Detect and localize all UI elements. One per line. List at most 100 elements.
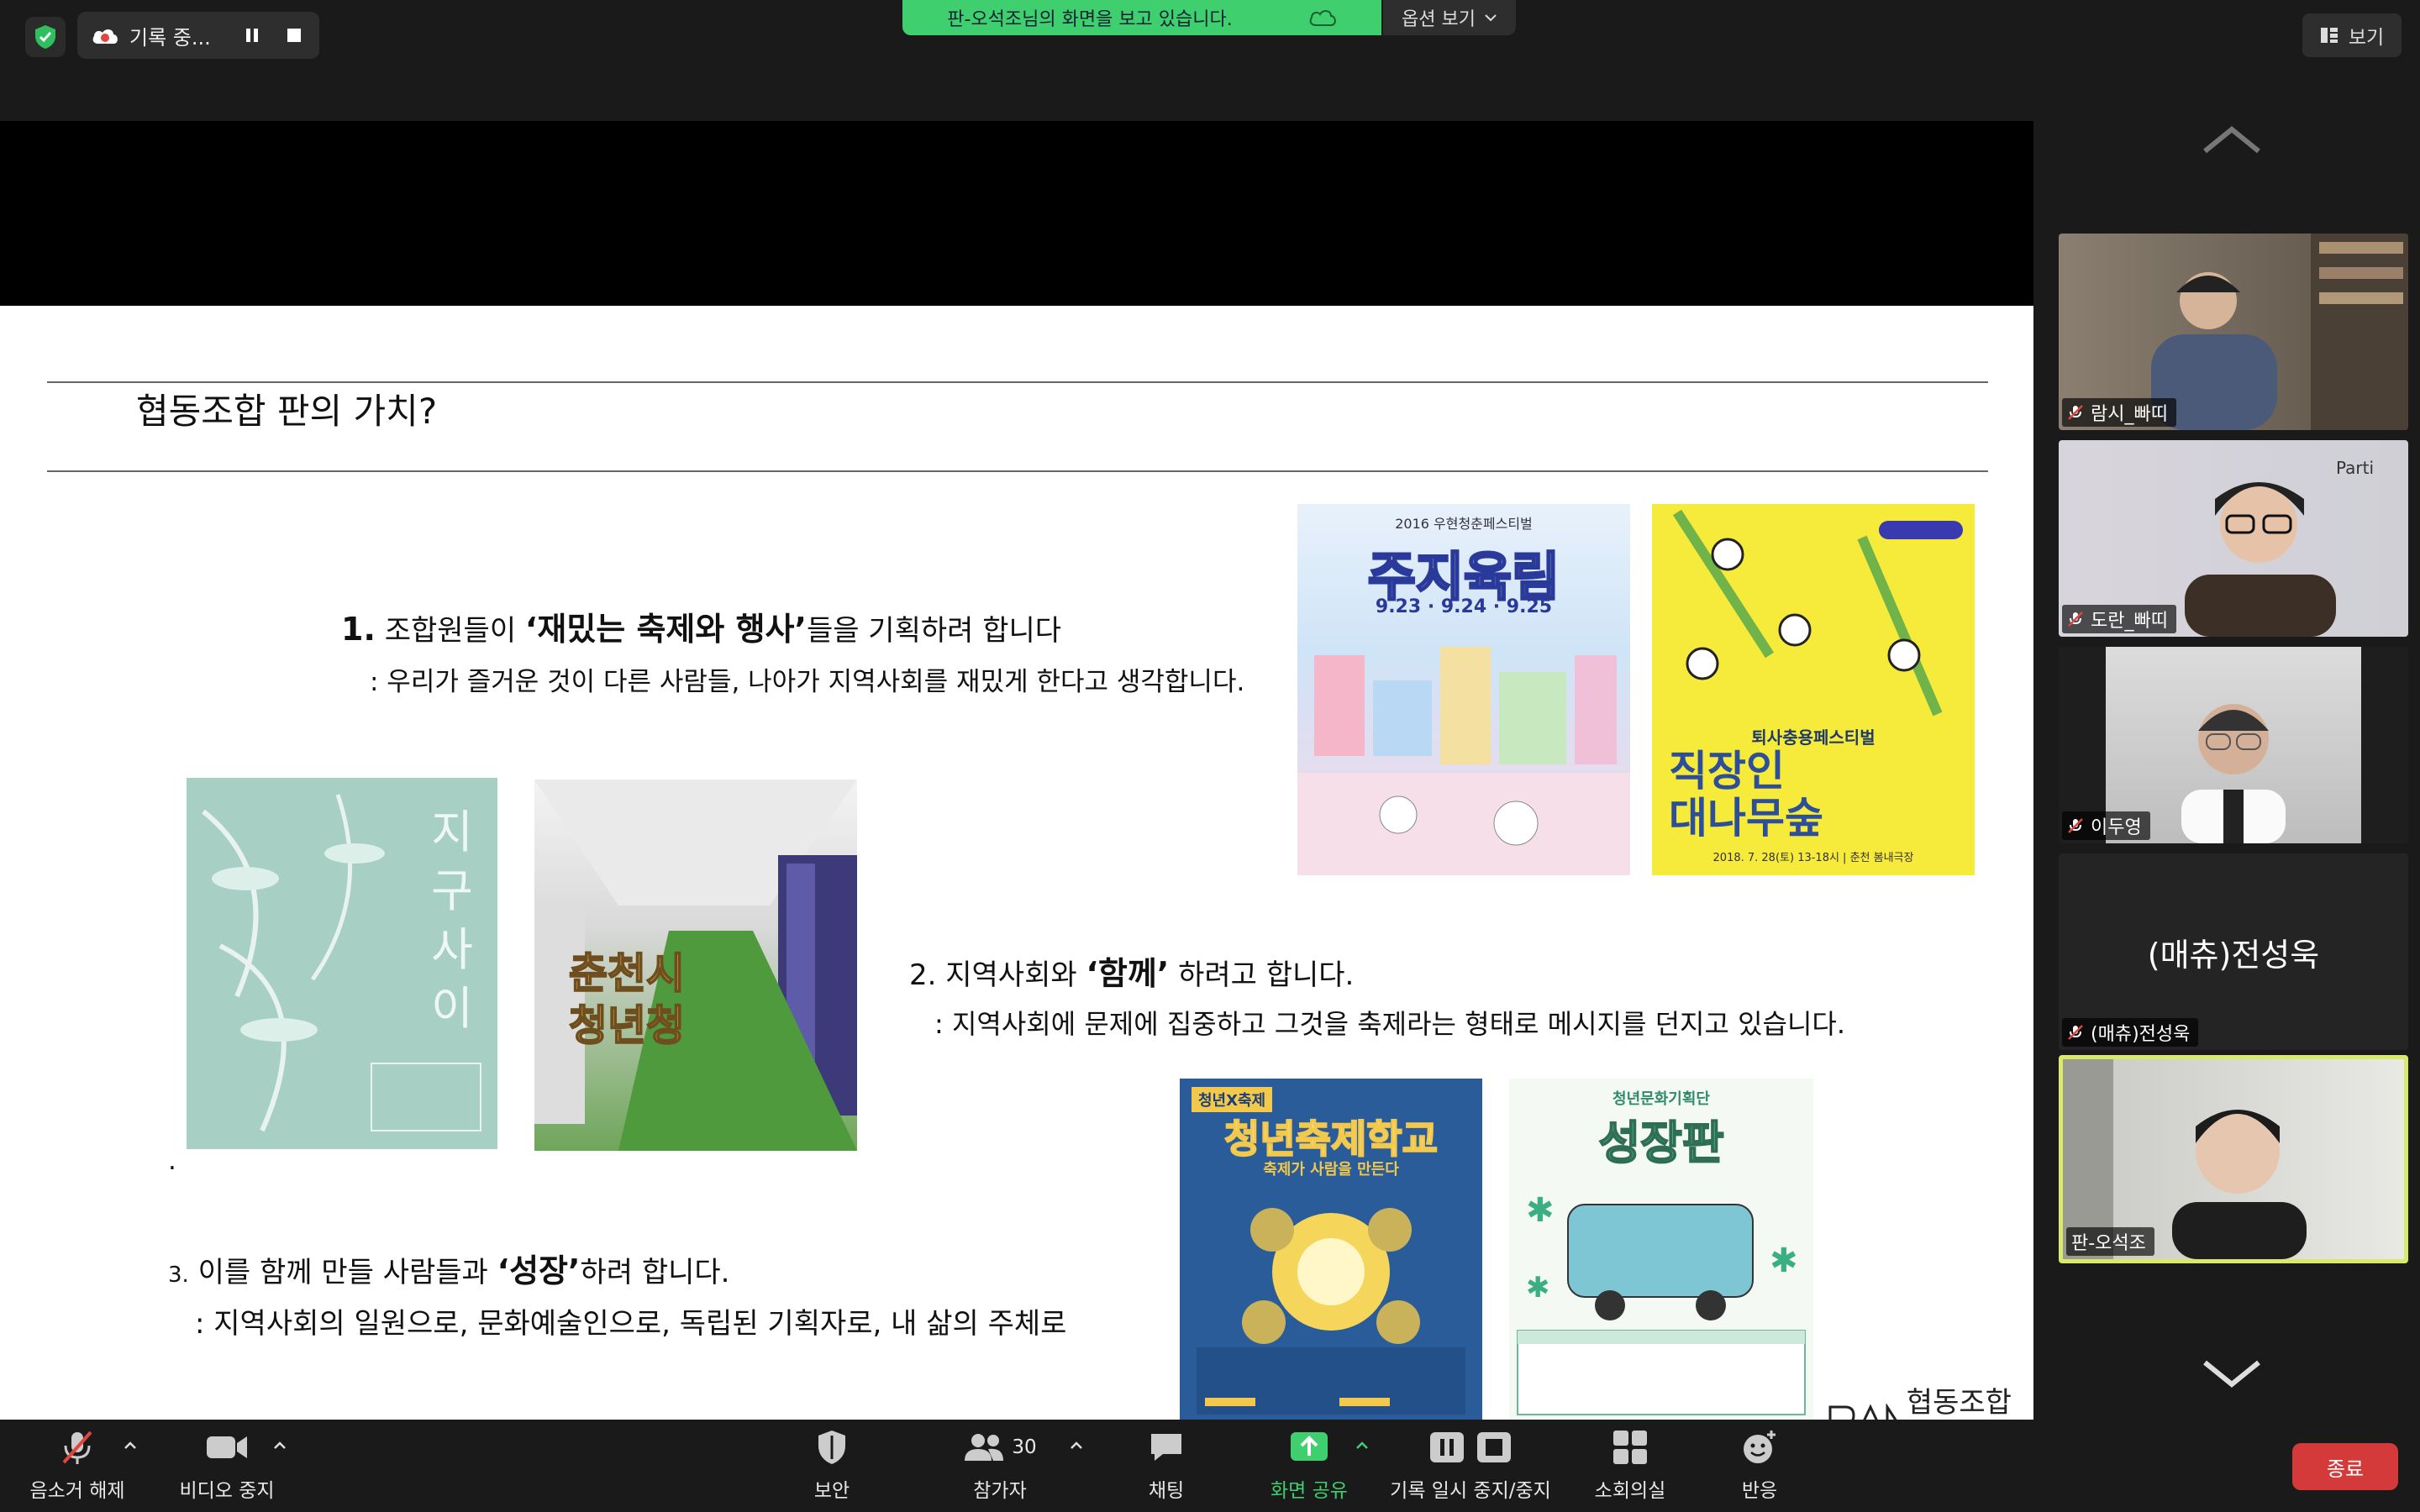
mic-muted-icon (2068, 405, 2083, 420)
cloud-icon (1309, 10, 1336, 26)
mic-muted-icon (2068, 612, 2083, 627)
layout-icon (2320, 28, 2338, 43)
zoom-meeting-window: 기록 중... 판-오석조님의 화면을 보고 있습니다. 옵션 보기 보기 협동… (0, 0, 2420, 1512)
participant-name: (매츄)전성욱 (2091, 1024, 2191, 1045)
poster-jujiyukrim: 2016 우현청춘페스티벌 주지육림 9.23 · 9.24 · 9.25 (1297, 504, 1630, 875)
share-banner-text: 판-오석조님의 화면을 보고 있습니다. (947, 9, 1233, 30)
participant-name-tag: (매츄)전성욱 (2062, 1018, 2199, 1047)
point-3-sub: : 지역사회의 일원으로, 문화예술인으로, 독립된 기획자로, 내 삶의 주체… (195, 1307, 1067, 1341)
poster-3-title: 지구사이 (431, 806, 473, 1035)
reactions-label: 반응 (1741, 1480, 1778, 1502)
recording-indicator: 기록 중... (77, 12, 319, 59)
view-options-dropdown[interactable]: 옵션 보기 (1383, 0, 1516, 35)
view-button[interactable]: 보기 (2302, 13, 2402, 57)
pause-icon (1430, 1432, 1464, 1462)
breakout-rooms-button[interactable]: 소회의실 (1588, 1420, 1672, 1512)
participant-name: 판-오석조 (2071, 1233, 2146, 1254)
participant-name-tag: 람시_빠띠 (2062, 398, 2176, 427)
video-tile-active-speaker[interactable]: 판-오석조 (2059, 1055, 2408, 1263)
unmute-button[interactable]: 음소거 해제 (18, 1420, 136, 1512)
security-label: 보안 (813, 1480, 850, 1502)
svg-text:✱: ✱ (1770, 1242, 1798, 1280)
participant-name-tag: 이두영 (2062, 811, 2150, 840)
breakout-label: 소회의실 (1594, 1480, 1666, 1502)
shared-screen: 협동조합 판의 가치? 1. 조합원들이 ‘재밌는 축제와 행사’들을 기획하려… (0, 121, 2033, 1461)
point-3-pre: 이를 함께 만들 사람들과 (188, 1256, 497, 1289)
video-tile-off[interactable]: (매츄)전성욱 (매츄)전성욱 (2059, 853, 2408, 1050)
breakout-rooms-icon (1613, 1431, 1647, 1464)
poster-2-title: 직장인 대나무숲 (1669, 747, 1823, 843)
share-options-caret-icon[interactable] (1355, 1438, 1370, 1453)
point-1-sub: : 우리가 즐거운 것이 다른 사람들, 나아가 지역사회를 재밌게 한다고 생… (370, 667, 1245, 697)
video-camera-icon (207, 1436, 247, 1458)
stop-video-button[interactable]: 비디오 중지 (168, 1420, 286, 1512)
share-screen-label: 화면 공유 (1270, 1480, 1348, 1502)
gallery-scroll-down-icon[interactable] (2202, 1357, 2262, 1391)
security-button[interactable]: 보안 (790, 1420, 874, 1512)
point-2-bold: ‘함께’ (1086, 955, 1170, 992)
poster-5-sub: 축제가 사람을 만든다 (1263, 1161, 1399, 1179)
unmute-label: 음소거 해제 (29, 1480, 125, 1502)
stop-recording-icon[interactable] (284, 25, 304, 45)
audio-options-caret-icon[interactable] (123, 1438, 138, 1453)
end-meeting-label: 종료 (2326, 1457, 2365, 1481)
point-1: 1. 조합원들이 ‘재밌는 축제와 행사’들을 기획하려 합니다 (341, 603, 1061, 649)
participant-name-tag: 도란_빠띠 (2062, 605, 2176, 633)
point-3-number: 3. (168, 1263, 189, 1288)
point-3: 3. 이를 함께 만들 사람들과 ‘성장’하려 합니다. (168, 1245, 729, 1291)
view-label: 보기 (2348, 27, 2385, 49)
participants-button[interactable]: 30 참가자 (958, 1420, 1042, 1512)
poster-2-date: 2018. 7. 28(토) 13-18시 | 춘천 봄내극장 (1712, 852, 1914, 864)
video-tile[interactable]: 람시_빠띠 (2059, 234, 2408, 430)
stop-video-label: 비디오 중지 (179, 1480, 275, 1502)
participants-label: 참가자 (973, 1480, 1027, 1502)
share-screen-icon (1291, 1432, 1328, 1461)
participant-name-tag: 판-오석조 (2066, 1227, 2154, 1256)
poster-5-title: 청년축제학교 (1223, 1116, 1439, 1163)
mic-muted-icon (62, 1431, 92, 1464)
poster-2-sub: 퇴사충용페스티벌 (1751, 727, 1876, 748)
pause-recording-icon[interactable] (242, 25, 262, 45)
chevron-down-icon (1485, 14, 1497, 22)
poster-1-illustration (1297, 647, 1630, 875)
poster-jigusai: 지구사이 (187, 778, 497, 1149)
view-options-label: 옵션 보기 (1402, 9, 1476, 30)
shield-icon (818, 1431, 845, 1464)
end-meeting-button[interactable]: 종료 (2292, 1443, 2398, 1490)
gallery-scroll-up-icon[interactable] (2202, 123, 2262, 156)
point-1-number: 1. (341, 611, 376, 648)
svg-text:✱: ✱ (1526, 1271, 1550, 1305)
point-1-bold: ‘재밌는 축제와 행사’ (524, 611, 807, 648)
participant-name: 도란_빠띠 (2091, 611, 2168, 632)
poster-1-dates: 9.23 · 9.24 · 9.25 (1375, 596, 1553, 617)
chat-button[interactable]: 채팅 (1124, 1420, 1208, 1512)
stray-dot: . (168, 1146, 176, 1176)
video-options-caret-icon[interactable] (272, 1438, 287, 1453)
svg-text:Parti: Parti (2336, 458, 2374, 478)
slide-title: 협동조합 판의 가치? (136, 391, 438, 432)
recording-label: 기록 중... (129, 25, 211, 50)
video-tile[interactable]: 이두영 (2059, 647, 2408, 843)
presentation-slide: 협동조합 판의 가치? 1. 조합원들이 ‘재밌는 축제와 행사’들을 기획하려… (0, 306, 2033, 1461)
pause-stop-recording-button[interactable]: 기록 일시 중지/중지 (1386, 1420, 1555, 1512)
smiley-plus-icon (1744, 1431, 1776, 1463)
reactions-button[interactable]: 반응 (1718, 1420, 1802, 1512)
participant-display-name: (매츄)전성욱 (2147, 937, 2320, 974)
poster-1-top: 2016 우현청춘페스티벌 (1395, 516, 1533, 532)
video-tile[interactable]: Parti 도란_빠띠 (2059, 440, 2408, 637)
chat-label: 채팅 (1148, 1480, 1185, 1502)
poster-6-illustration: ✱ ✱ ✱ (1517, 1191, 1806, 1415)
security-ok-icon[interactable] (25, 17, 66, 57)
share-screen-button[interactable]: 화면 공유 (1260, 1420, 1358, 1512)
pause-recording-label: 기록 일시 중지/중지 (1390, 1480, 1551, 1502)
participants-options-caret-icon[interactable] (1069, 1438, 1084, 1453)
participant-name: 이두영 (2091, 817, 2142, 838)
point-1-post: 들을 기획하려 합니다 (806, 614, 1062, 648)
cloud-record-icon (92, 29, 118, 44)
chat-bubble-icon (1151, 1434, 1181, 1461)
point-2-post: 하려고 합니다. (1169, 958, 1355, 992)
screen-share-banner: 판-오석조님의 화면을 보고 있습니다. (902, 0, 1381, 35)
point-2-sub: : 지역사회에 문제에 집중하고 그것을 축제라는 형태로 메시지를 던지고 있… (934, 1008, 1846, 1040)
poster-2-illustration (1672, 509, 1963, 717)
mic-muted-icon (2068, 818, 2083, 833)
